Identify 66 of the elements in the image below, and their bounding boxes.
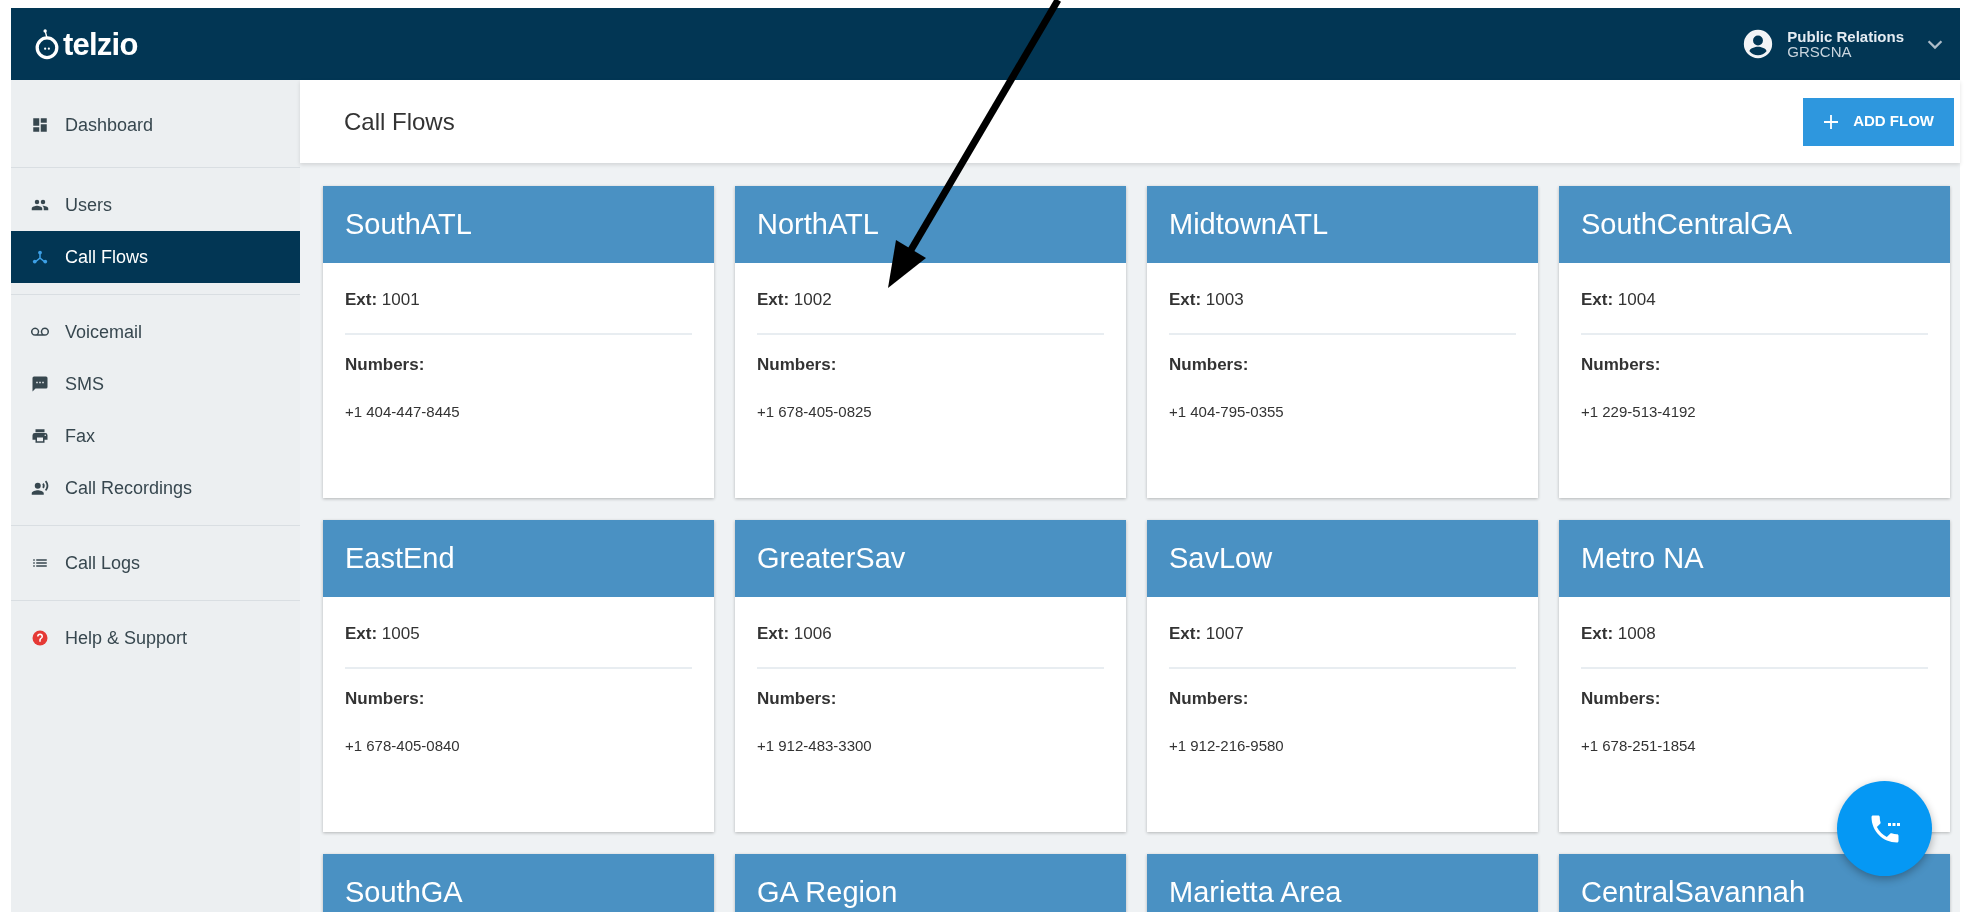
phone-number: +1 678-405-0840 (345, 736, 461, 756)
extension-text: Ext: 1003 (1169, 289, 1245, 311)
extension-text: Ext: 1006 (757, 623, 833, 645)
flow-name: SavLow (1169, 540, 1273, 576)
sidebar-item[interactable]: Users (11, 179, 300, 231)
call-flow-card[interactable]: MidtownATL Ext: 1003 Numbers: +1 404-795-0355 (1147, 186, 1538, 498)
call-flow-card[interactable]: Metro NA Ext: 1008 Numbers: +1 678-251-1854 (1559, 520, 1950, 832)
numbers-label: Numbers: (1581, 353, 1662, 376)
phone-number: +1 678-251-1854 (1581, 736, 1697, 756)
call-flow-card[interactable]: NorthATL Ext: 1002 Numbers: +1 678-405-0825 (735, 186, 1126, 498)
phone-number: +1 404-795-0355 (1169, 402, 1285, 422)
sidebar-item[interactable]: Call Flows (11, 231, 300, 283)
account-menu[interactable]: Public Relations GRSCNA (1741, 27, 1946, 61)
call-flow-card[interactable]: SouthATL Ext: 1001 Numbers: +1 404-447-8445 (323, 186, 714, 498)
call-flow-card[interactable]: GreaterSav Ext: 1006 Numbers: +1 912-483-3300 (735, 520, 1126, 832)
flow-name: SouthATL (345, 206, 472, 242)
flow-name: SouthCentralGA (1581, 206, 1793, 242)
numbers-label: Numbers: (757, 353, 838, 376)
extension-text: Ext: 1005 (345, 623, 421, 645)
sidebar-item[interactable]: Call Logs (11, 537, 300, 589)
extension-text: Ext: 1002 (757, 289, 833, 311)
call-flow-card[interactable]: SavLow Ext: 1007 Numbers: +1 912-216-9580 (1147, 520, 1538, 832)
dashboard-icon (31, 116, 49, 134)
numbers-label: Numbers: (757, 687, 838, 710)
account-organization: GRSCNA (1787, 44, 1853, 59)
phone-number: +1 912-483-3300 (757, 736, 873, 756)
sidebar-item[interactable]: SMS (11, 358, 300, 410)
call-flow-card[interactable]: EastEnd Ext: 1005 Numbers: +1 678-405-0840 (323, 520, 714, 832)
phone-number: +1 912-216-9580 (1169, 736, 1285, 756)
sidebar-item[interactable]: Call Recordings (11, 462, 300, 514)
printer-icon (31, 427, 49, 445)
numbers-label: Numbers: (1581, 687, 1662, 710)
call-flow-card[interactable]: SouthCentralGA Ext: 1004 Numbers: +1 229-513-4192 (1559, 186, 1950, 498)
sidebar-item[interactable]: Dashboard (11, 99, 300, 151)
sidebar-item[interactable]: Fax (11, 410, 300, 462)
account-name: Public Relations (1787, 29, 1904, 44)
chat-icon (31, 375, 49, 393)
numbers-label: Numbers: (345, 687, 426, 710)
flow-name: Marietta Area (1169, 874, 1342, 910)
flow-name: MidtownATL (1169, 206, 1329, 242)
extension-text: Ext: 1007 (1169, 623, 1245, 645)
phone-number: +1 229-513-4192 (1581, 402, 1697, 422)
logo: telzio (63, 28, 138, 60)
flow-name: EastEnd (345, 540, 455, 576)
numbers-label: Numbers: (1169, 353, 1250, 376)
branch-icon (31, 248, 49, 266)
phone-number: +1 404-447-8445 (345, 402, 461, 422)
plus-icon (1823, 113, 1840, 130)
extension-text: Ext: 1001 (345, 289, 421, 311)
flow-name: SouthGA (345, 874, 463, 910)
help-icon (31, 629, 49, 647)
extension-text: Ext: 1004 (1581, 289, 1657, 311)
sidebar-item[interactable]: Help & Support (11, 612, 300, 664)
sidebar-item[interactable]: Voicemail (11, 306, 300, 358)
flow-name: NorthATL (757, 206, 879, 242)
speaker-person-icon (31, 479, 49, 497)
logo-icon (33, 28, 61, 60)
numbers-label: Numbers: (1169, 687, 1250, 710)
phone-number: +1 678-405-0825 (757, 402, 873, 422)
extension-text: Ext: 1008 (1581, 623, 1657, 645)
flow-name: Metro NA (1581, 540, 1704, 576)
numbers-label: Numbers: (345, 353, 426, 376)
flow-name: GA Region (757, 874, 898, 910)
flow-name: GreaterSav (757, 540, 906, 576)
flow-name: CentralSavannah (1581, 874, 1806, 910)
page-title: Call Flows (344, 106, 455, 137)
